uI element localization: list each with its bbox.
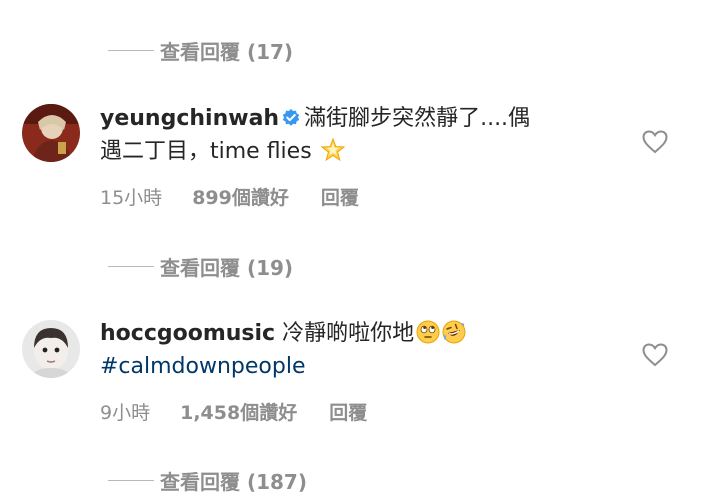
hashtag-link[interactable]: #calmdownpeople — [100, 354, 306, 379]
avatar-image — [22, 104, 80, 162]
like-heart-icon[interactable] — [642, 130, 668, 154]
verified-badge-icon — [282, 109, 300, 127]
rolling-on-the-floor-laughing-icon — [442, 320, 466, 344]
comment-text-line1: 滿街腳步突然靜了....偶 — [304, 106, 531, 131]
comment-meta: 9小時 1,458個讚好 回覆 — [100, 398, 367, 425]
username[interactable]: yeungchinwah — [100, 106, 279, 131]
view-replies-button[interactable]: 查看回覆 (187) — [108, 466, 307, 495]
comment-text-line1: 冷靜啲啦你地 — [282, 321, 415, 346]
reply-button[interactable]: 回覆 — [329, 398, 367, 425]
glowing-star-icon — [320, 138, 345, 162]
avatar[interactable] — [22, 320, 80, 378]
comment-text: hoccgoomusic 冷靜啲啦你地 #calmdownpeople — [100, 317, 600, 383]
view-replies-label: 查看回覆 (19) — [160, 256, 294, 280]
comment-meta: 15小時 899個讚好 回覆 — [100, 183, 359, 210]
comment-text: yeungchinwah 滿街腳步突然靜了....偶 遇二丁目，time flie… — [100, 102, 600, 168]
face-with-rolling-eyes-icon — [416, 320, 440, 344]
reply-button[interactable]: 回覆 — [321, 183, 359, 210]
avatar-image — [22, 320, 80, 378]
divider-line — [108, 50, 154, 51]
view-replies-button[interactable]: 查看回覆 (17) — [108, 36, 293, 65]
avatar[interactable] — [22, 104, 80, 162]
username[interactable]: hoccgoomusic — [100, 321, 275, 346]
view-replies-button[interactable]: 查看回覆 (19) — [108, 252, 293, 281]
timestamp: 9小時 — [100, 402, 151, 424]
timestamp: 15小時 — [100, 187, 163, 209]
divider-line — [108, 480, 154, 481]
like-heart-icon[interactable] — [642, 343, 668, 367]
view-replies-label: 查看回覆 (17) — [160, 40, 294, 64]
view-replies-label: 查看回覆 (187) — [160, 470, 307, 494]
likes-count[interactable]: 1,458個讚好 — [180, 398, 297, 425]
divider-line — [108, 266, 154, 267]
comment-text-line2: 遇二丁目，time flies — [100, 139, 312, 164]
likes-count[interactable]: 899個讚好 — [192, 183, 289, 210]
